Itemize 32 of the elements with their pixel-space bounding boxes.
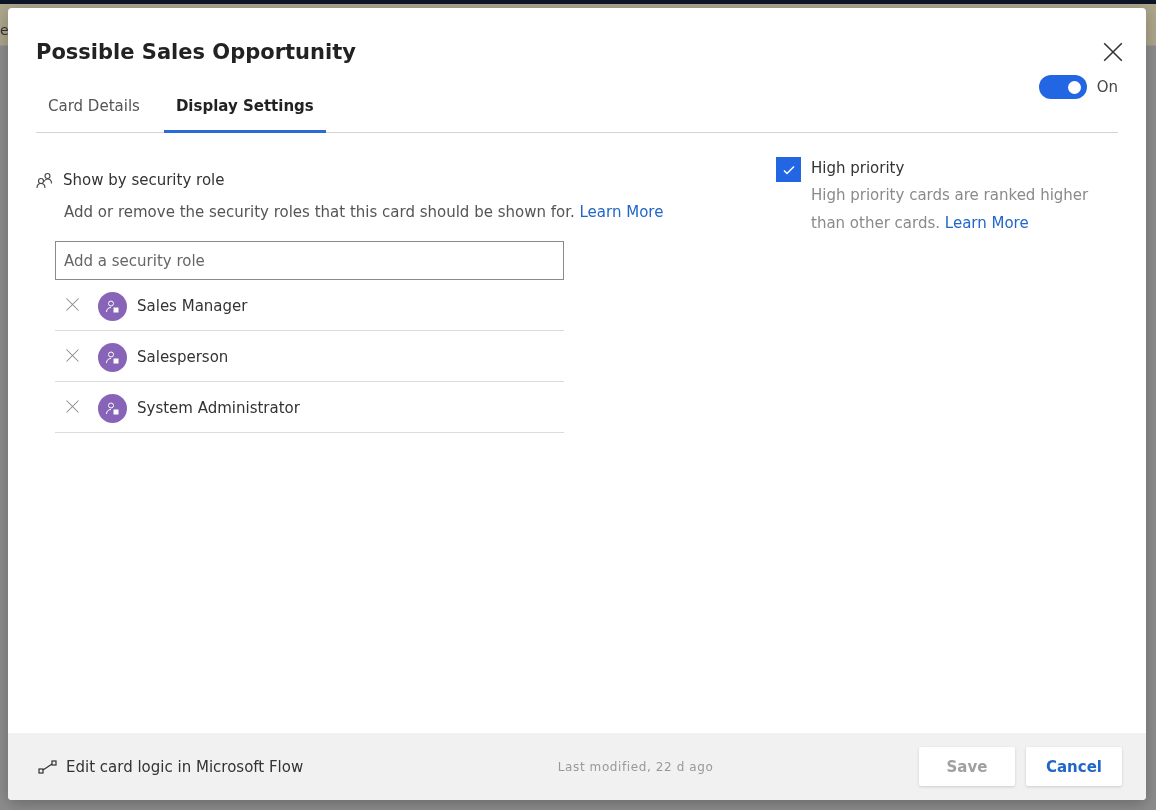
remove-button[interactable]: [65, 347, 80, 363]
toggle-switch[interactable]: [1038, 75, 1087, 99]
checkbox-label: High priority: [811, 159, 906, 177]
role-icon: [98, 393, 127, 423]
section-title: Show by security role: [63, 171, 225, 189]
close-icon: [65, 398, 80, 414]
role-name: Salesperson: [137, 348, 229, 366]
background-text: e: [0, 21, 9, 38]
remove-button[interactable]: [65, 398, 80, 414]
dialog-title: Possible Sales Opportunity: [36, 40, 356, 64]
priority-checkbox[interactable]: [776, 157, 801, 182]
close-icon: [65, 347, 80, 363]
tab[interactable]: Display Settings: [163, 78, 326, 133]
last-modified-text: Last modified, 22 d ago: [556, 759, 715, 774]
people-icon: [36, 171, 53, 189]
flow-icon: [38, 758, 58, 775]
learn-more-link[interactable]: Learn More: [579, 203, 664, 221]
footer-button[interactable]: Cancel: [1026, 747, 1122, 786]
toggle-label: On: [1096, 78, 1118, 96]
tab[interactable]: Card Details: [36, 78, 152, 133]
remove-button[interactable]: [65, 296, 80, 312]
role-name: System Administrator: [137, 399, 300, 417]
flow-link[interactable]: Edit card logic in Microsoft Flow: [38, 757, 304, 776]
role-icon: [98, 291, 127, 321]
section-description: Add or remove the security roles that this card should be shown for. Learn More: [64, 203, 665, 221]
role-name: Sales Manager: [137, 297, 248, 315]
close-icon: [65, 296, 80, 312]
learn-more-link[interactable]: Learn More: [944, 214, 1029, 232]
close-icon: [1102, 41, 1124, 63]
security-role-field[interactable]: Add a security role: [55, 241, 564, 280]
role-icon: [98, 342, 127, 372]
priority-description: High priority cards are ranked higher than other cards. Learn More: [811, 185, 1090, 234]
